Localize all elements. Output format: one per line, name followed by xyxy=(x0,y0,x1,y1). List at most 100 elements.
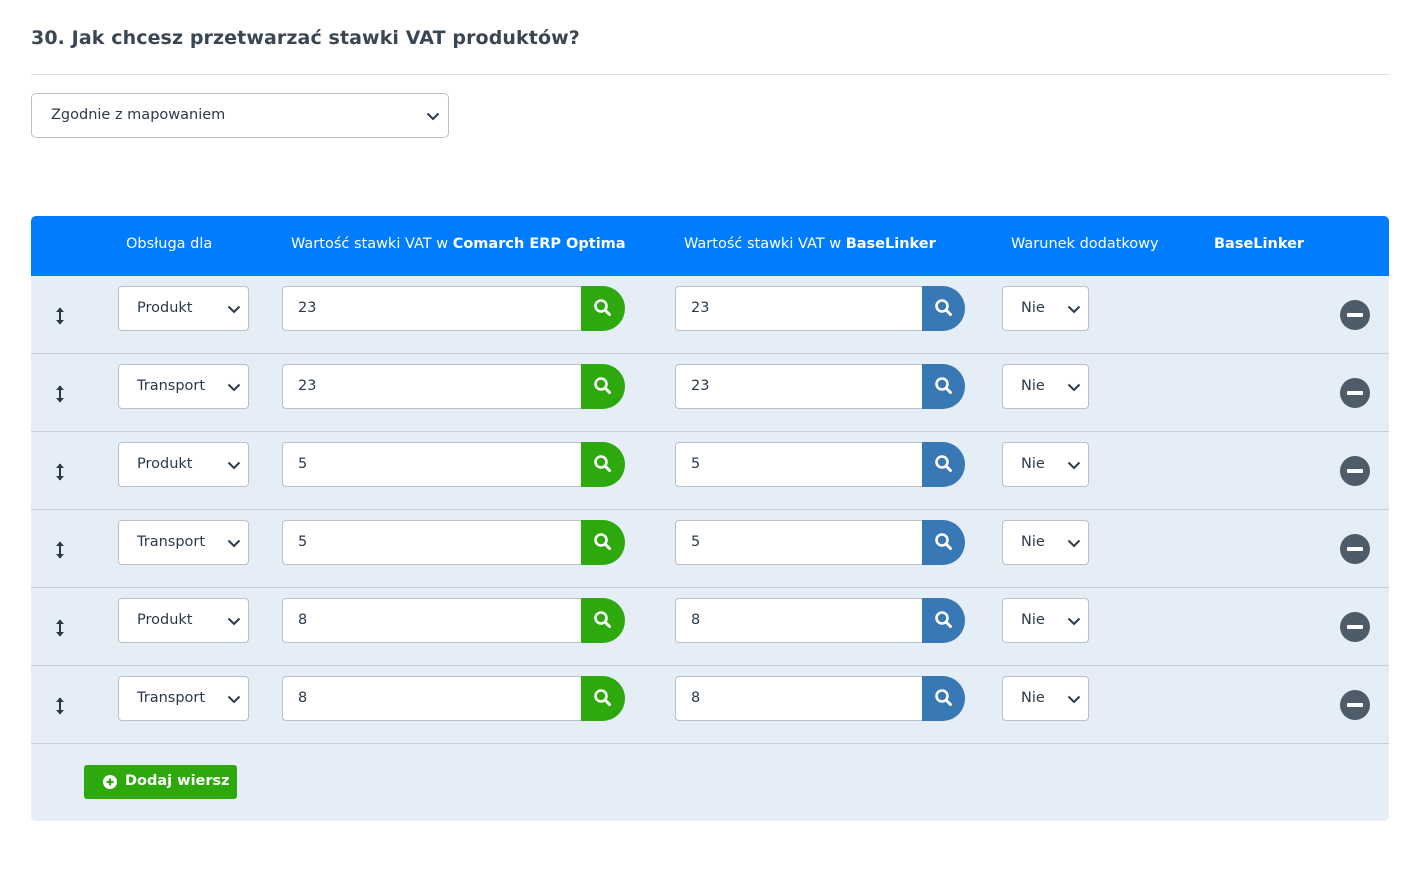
remove-row-button[interactable] xyxy=(1340,690,1370,720)
table-row: Produkt 8 8 Nie xyxy=(31,588,1389,666)
erp-vat-value: 8 xyxy=(298,690,308,706)
remove-row-button[interactable] xyxy=(1340,612,1370,642)
add-row-label: Dodaj wiersz xyxy=(125,773,230,789)
handling-type-select[interactable]: Produkt xyxy=(118,442,249,487)
chevron-down-icon xyxy=(227,695,241,704)
bl-search-button[interactable] xyxy=(922,442,965,487)
erp-vat-value: 5 xyxy=(298,534,308,550)
condition-value: Nie xyxy=(1021,690,1045,706)
erp-vat-value: 5 xyxy=(298,456,308,472)
bl-vat-field: 23 xyxy=(675,286,965,331)
table-header: Obsługa dla Wartość stawki VAT w Comarch… xyxy=(31,216,1389,276)
handling-type-value: Transport xyxy=(137,534,206,550)
bl-vat-input[interactable]: 5 xyxy=(675,520,923,565)
erp-vat-input[interactable]: 5 xyxy=(282,520,582,565)
drag-handle-icon[interactable] xyxy=(54,462,66,482)
condition-value: Nie xyxy=(1021,534,1045,550)
handling-type-select[interactable]: Transport xyxy=(118,520,249,565)
erp-vat-input[interactable]: 8 xyxy=(282,598,582,643)
search-icon xyxy=(935,377,952,394)
chevron-down-icon xyxy=(227,461,241,470)
remove-row-button[interactable] xyxy=(1340,456,1370,486)
search-icon xyxy=(594,377,611,394)
bl-search-button[interactable] xyxy=(922,676,965,721)
search-icon xyxy=(935,533,952,550)
remove-row-button[interactable] xyxy=(1340,378,1370,408)
chevron-down-icon xyxy=(426,112,440,121)
bl-vat-input[interactable]: 23 xyxy=(675,364,923,409)
table-row: Transport 8 8 Nie xyxy=(31,666,1389,744)
drag-handle-icon[interactable] xyxy=(54,696,66,716)
bl-search-button[interactable] xyxy=(922,286,965,331)
chevron-down-icon xyxy=(1067,383,1081,392)
header-handling: Obsługa dla xyxy=(126,236,213,252)
erp-search-button[interactable] xyxy=(581,676,625,721)
header-condition: Warunek dodatkowy xyxy=(1011,236,1159,252)
condition-select[interactable]: Nie xyxy=(1002,442,1089,487)
chevron-down-icon xyxy=(1067,461,1081,470)
erp-search-button[interactable] xyxy=(581,364,625,409)
condition-value: Nie xyxy=(1021,456,1045,472)
erp-search-button[interactable] xyxy=(581,598,625,643)
condition-value: Nie xyxy=(1021,612,1045,628)
search-icon xyxy=(935,299,952,316)
erp-vat-field: 23 xyxy=(282,286,625,331)
erp-vat-field: 23 xyxy=(282,364,625,409)
remove-row-button[interactable] xyxy=(1340,300,1370,330)
erp-vat-input[interactable]: 5 xyxy=(282,442,582,487)
bl-vat-input[interactable]: 23 xyxy=(675,286,923,331)
table-row: Produkt 23 23 Nie xyxy=(31,276,1389,354)
drag-handle-icon[interactable] xyxy=(54,384,66,404)
drag-handle-icon[interactable] xyxy=(54,540,66,560)
header-bl-value: Wartość stawki VAT w BaseLinker xyxy=(684,236,936,252)
bl-vat-field: 5 xyxy=(675,520,965,565)
vat-mode-select-value: Zgodnie z mapowaniem xyxy=(51,107,226,123)
handling-type-value: Produkt xyxy=(137,456,193,472)
handling-type-select[interactable]: Transport xyxy=(118,364,249,409)
search-icon xyxy=(935,455,952,472)
erp-vat-input[interactable]: 8 xyxy=(282,676,582,721)
bl-vat-input[interactable]: 8 xyxy=(675,676,923,721)
erp-vat-input[interactable]: 23 xyxy=(282,286,582,331)
erp-vat-value: 23 xyxy=(298,300,317,316)
condition-value: Nie xyxy=(1021,300,1045,316)
erp-search-button[interactable] xyxy=(581,520,625,565)
bl-vat-field: 8 xyxy=(675,676,965,721)
bl-search-button[interactable] xyxy=(922,598,965,643)
chevron-down-icon xyxy=(1067,695,1081,704)
handling-type-select[interactable]: Produkt xyxy=(118,286,249,331)
bl-search-button[interactable] xyxy=(922,364,965,409)
erp-vat-field: 8 xyxy=(282,598,625,643)
bl-vat-input[interactable]: 8 xyxy=(675,598,923,643)
bl-vat-input[interactable]: 5 xyxy=(675,442,923,487)
add-row-button[interactable]: Dodaj wiersz xyxy=(84,765,237,799)
bl-vat-value: 8 xyxy=(691,612,701,628)
bl-search-button[interactable] xyxy=(922,520,965,565)
search-icon xyxy=(594,299,611,316)
handling-type-select[interactable]: Produkt xyxy=(118,598,249,643)
bl-vat-value: 5 xyxy=(691,456,701,472)
divider xyxy=(31,74,1389,75)
bl-vat-field: 23 xyxy=(675,364,965,409)
header-erp-value: Wartość stawki VAT w Comarch ERP Optima xyxy=(291,236,626,252)
handling-type-select[interactable]: Transport xyxy=(118,676,249,721)
erp-vat-field: 8 xyxy=(282,676,625,721)
condition-select[interactable]: Nie xyxy=(1002,676,1089,721)
condition-value: Nie xyxy=(1021,378,1045,394)
search-icon xyxy=(594,689,611,706)
erp-search-button[interactable] xyxy=(581,286,625,331)
handling-type-value: Produkt xyxy=(137,612,193,628)
drag-handle-icon[interactable] xyxy=(54,306,66,326)
condition-select[interactable]: Nie xyxy=(1002,364,1089,409)
condition-select[interactable]: Nie xyxy=(1002,520,1089,565)
condition-select[interactable]: Nie xyxy=(1002,598,1089,643)
erp-search-button[interactable] xyxy=(581,442,625,487)
drag-handle-icon[interactable] xyxy=(54,618,66,638)
chevron-down-icon xyxy=(1067,539,1081,548)
bl-vat-value: 23 xyxy=(691,378,710,394)
vat-mode-select[interactable]: Zgodnie z mapowaniem xyxy=(31,93,449,138)
chevron-down-icon xyxy=(1067,305,1081,314)
condition-select[interactable]: Nie xyxy=(1002,286,1089,331)
erp-vat-input[interactable]: 23 xyxy=(282,364,582,409)
remove-row-button[interactable] xyxy=(1340,534,1370,564)
